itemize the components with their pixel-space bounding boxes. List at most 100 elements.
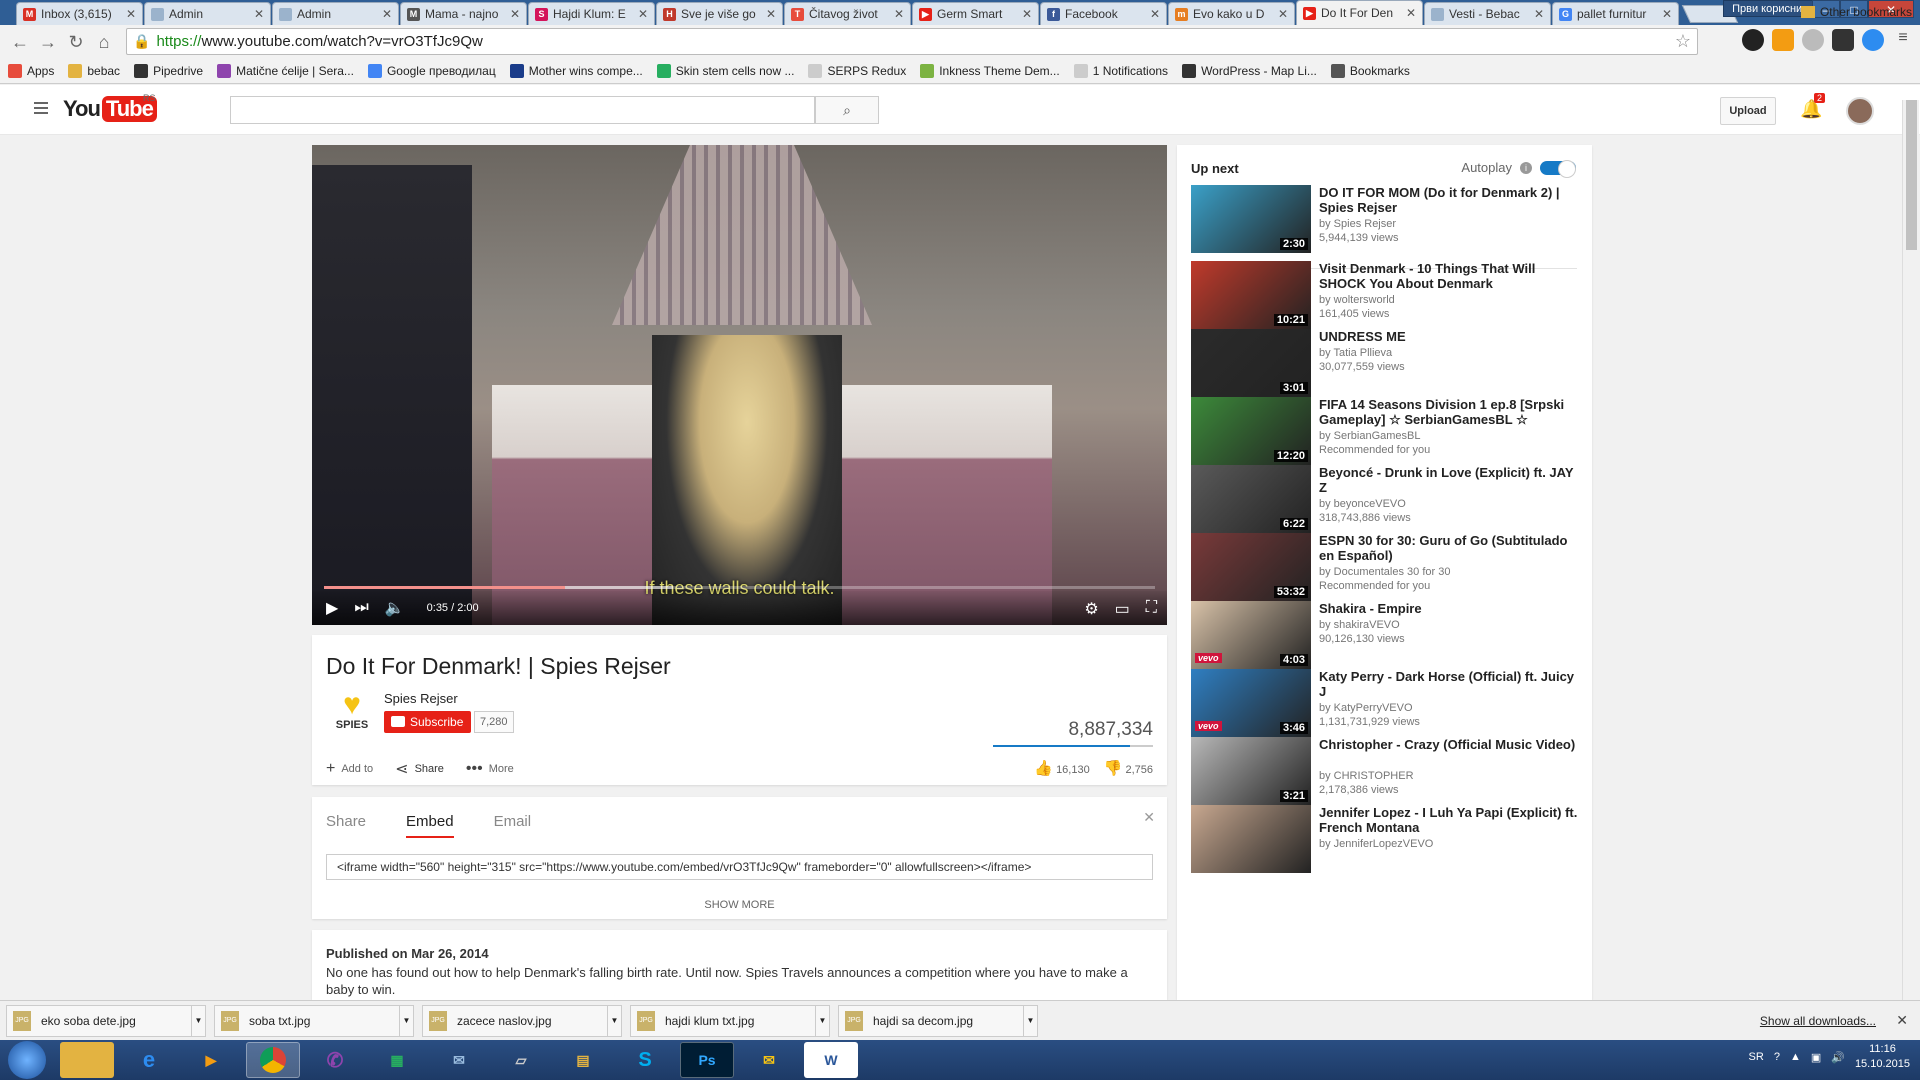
- bookmark-star-icon[interactable]: ☆: [1675, 31, 1691, 52]
- info-icon[interactable]: i: [1520, 161, 1532, 174]
- download-item[interactable]: JPG hajdi klum txt.jpg ▼: [630, 1004, 830, 1037]
- volume-tray-icon[interactable]: 🔊: [1831, 1051, 1845, 1064]
- search-button[interactable]: ⌕: [815, 96, 879, 124]
- related-video-title[interactable]: FIFA 14 Seasons Division 1 ep.8 [Srpski …: [1319, 397, 1581, 427]
- share-close-icon[interactable]: ✕: [1143, 809, 1155, 826]
- clock[interactable]: 11:16 15.10.2015: [1855, 1042, 1910, 1072]
- bookmark-item[interactable]: Google преводилац: [367, 63, 496, 78]
- window-app-icon[interactable]: ▱: [494, 1042, 548, 1078]
- related-video[interactable]: Jennifer Lopez - I Luh Ya Papi (Explicit…: [1191, 805, 1581, 875]
- related-video[interactable]: 53:32 ESPN 30 for 30: Guru of Go (Subtitu…: [1191, 533, 1581, 603]
- autoplay-toggle[interactable]: [1540, 159, 1576, 178]
- network-icon[interactable]: ▣: [1811, 1051, 1821, 1064]
- related-video-title[interactable]: Visit Denmark - 10 Things That Will SHOC…: [1319, 261, 1581, 291]
- browser-tab[interactable]: ▶ Do It For Den ✕: [1296, 0, 1423, 25]
- video-thumbnail[interactable]: 3:01: [1191, 329, 1311, 397]
- video-thumbnail[interactable]: 2:30: [1191, 185, 1311, 253]
- tab-close-icon[interactable]: ✕: [894, 7, 904, 21]
- media-player-icon[interactable]: ▶: [184, 1042, 238, 1078]
- browser-tab[interactable]: T Čitavog život ✕: [784, 2, 911, 25]
- dislike-button[interactable]: 👎 2,756: [1104, 759, 1153, 777]
- download-menu-chevron-icon[interactable]: ▼: [1023, 1005, 1037, 1036]
- mail-app-icon[interactable]: ✉: [742, 1042, 796, 1078]
- search-input[interactable]: [230, 96, 815, 124]
- download-item[interactable]: JPG eko soba dete.jpg ▼: [6, 1004, 206, 1037]
- bookmark-item[interactable]: SERPS Redux: [808, 63, 906, 78]
- related-video[interactable]: 3:01 UNDRESS ME by Tatia Pllieva 30,077,559…: [1191, 329, 1581, 399]
- tab-close-icon[interactable]: ✕: [382, 7, 392, 21]
- scrollbar-thumb[interactable]: [1906, 100, 1917, 250]
- more-button[interactable]: ••• More: [466, 760, 514, 778]
- tab-close-icon[interactable]: ✕: [1150, 7, 1160, 21]
- other-bookmarks[interactable]: Other bookmarks: [1800, 5, 1912, 19]
- progress-bar[interactable]: [324, 586, 1155, 589]
- related-video[interactable]: 12:20 FIFA 14 Seasons Division 1 ep.8 [Sr…: [1191, 397, 1581, 467]
- photoshop-icon[interactable]: Ps: [680, 1042, 734, 1078]
- upload-button[interactable]: Upload: [1720, 97, 1776, 125]
- extension-gear-icon[interactable]: [1802, 29, 1824, 51]
- settings-gear-icon[interactable]: ⚙: [1084, 599, 1098, 619]
- forward-icon[interactable]: →: [36, 30, 60, 54]
- browser-tab[interactable]: M Inbox (3,615) ✕: [16, 2, 143, 25]
- related-video-title[interactable]: Katy Perry - Dark Horse (Official) ft. J…: [1319, 669, 1581, 699]
- share-tab-embed[interactable]: Embed: [406, 813, 454, 838]
- bookmark-item[interactable]: Mother wins compe...: [509, 63, 643, 78]
- tab-close-icon[interactable]: ✕: [1406, 6, 1416, 20]
- related-video-title[interactable]: DO IT FOR MOM (Do it for Denmark 2) | Sp…: [1319, 185, 1581, 215]
- video-player[interactable]: If these walls could talk. ▶ ⏭ 🔈 0:35 / …: [312, 145, 1167, 625]
- subscribe-button[interactable]: Subscribe: [384, 711, 472, 733]
- hamburger-menu-icon[interactable]: [34, 102, 48, 114]
- extension-chart-icon[interactable]: [1772, 29, 1794, 51]
- download-menu-chevron-icon[interactable]: ▼: [399, 1005, 413, 1036]
- browser-tab[interactable]: M Mama - najno ✕: [400, 2, 527, 25]
- channel-name[interactable]: Spies Rejser: [384, 691, 458, 706]
- browser-tab[interactable]: Vesti - Bebac ✕: [1424, 2, 1551, 25]
- avatar[interactable]: [1846, 97, 1874, 125]
- bookmark-item[interactable]: bebac: [68, 63, 120, 78]
- reload-icon[interactable]: ↻: [64, 30, 88, 54]
- video-thumbnail[interactable]: 53:32: [1191, 533, 1311, 601]
- download-shelf-close-icon[interactable]: ✕: [1896, 1012, 1908, 1029]
- extension-m-icon[interactable]: [1832, 29, 1854, 51]
- chrome-icon[interactable]: [246, 1042, 300, 1078]
- extension-chat-icon[interactable]: [1862, 29, 1884, 51]
- video-thumbnail[interactable]: 3:21: [1191, 737, 1311, 805]
- tab-close-icon[interactable]: ✕: [1534, 7, 1544, 21]
- browser-tab[interactable]: m Evo kako u D ✕: [1168, 2, 1295, 25]
- tab-close-icon[interactable]: ✕: [126, 7, 136, 21]
- bookmark-item[interactable]: Skin stem cells now ...: [656, 63, 794, 78]
- address-bar[interactable]: 🔒 https://www.youtube.com/watch?v=vrO3Tf…: [126, 28, 1698, 55]
- tab-close-icon[interactable]: ✕: [638, 7, 648, 21]
- help-icon[interactable]: ?: [1774, 1051, 1780, 1063]
- tab-close-icon[interactable]: ✕: [1662, 7, 1672, 21]
- theater-mode-icon[interactable]: ▭: [1115, 599, 1130, 619]
- share-tab-email[interactable]: Email: [494, 813, 532, 838]
- thunderbird-icon[interactable]: ✉: [432, 1042, 486, 1078]
- video-thumbnail[interactable]: vevo 4:03: [1191, 601, 1311, 669]
- tab-close-icon[interactable]: ✕: [1278, 7, 1288, 21]
- menu-icon[interactable]: ≡: [1892, 29, 1914, 51]
- video-thumbnail[interactable]: vevo 3:46: [1191, 669, 1311, 737]
- word-icon[interactable]: W: [804, 1042, 858, 1078]
- viber-icon[interactable]: ✆: [308, 1042, 362, 1078]
- language-indicator[interactable]: SR: [1749, 1051, 1764, 1063]
- download-item[interactable]: JPG zacece naslov.jpg ▼: [422, 1004, 622, 1037]
- browser-tab[interactable]: ▶ Germ Smart ✕: [912, 2, 1039, 25]
- start-button[interactable]: [8, 1041, 46, 1079]
- share-button[interactable]: ⋖ Share: [395, 759, 444, 779]
- bookmark-item[interactable]: 1 Notifications: [1073, 63, 1168, 78]
- add-to-button[interactable]: + Add to: [326, 760, 373, 778]
- browser-tab[interactable]: f Facebook ✕: [1040, 2, 1167, 25]
- related-video-title[interactable]: UNDRESS ME: [1319, 329, 1581, 344]
- volume-icon[interactable]: 🔈: [385, 598, 405, 618]
- home-icon[interactable]: ⌂: [92, 30, 116, 54]
- show-all-downloads-link[interactable]: Show all downloads...: [1760, 1014, 1876, 1028]
- download-menu-chevron-icon[interactable]: ▼: [607, 1005, 621, 1036]
- related-video-title[interactable]: Beyoncé - Drunk in Love (Explicit) ft. J…: [1319, 465, 1581, 495]
- extension-circle-icon[interactable]: [1742, 29, 1764, 51]
- bookmark-item[interactable]: Bookmarks: [1330, 63, 1410, 78]
- related-video[interactable]: 3:21 Christopher - Crazy (Official Music …: [1191, 737, 1581, 807]
- fullscreen-icon[interactable]: ⛶: [1146, 599, 1157, 619]
- folder-app-icon[interactable]: ▤: [556, 1042, 610, 1078]
- related-video[interactable]: 6:22 Beyoncé - Drunk in Love (Explicit) f…: [1191, 465, 1581, 535]
